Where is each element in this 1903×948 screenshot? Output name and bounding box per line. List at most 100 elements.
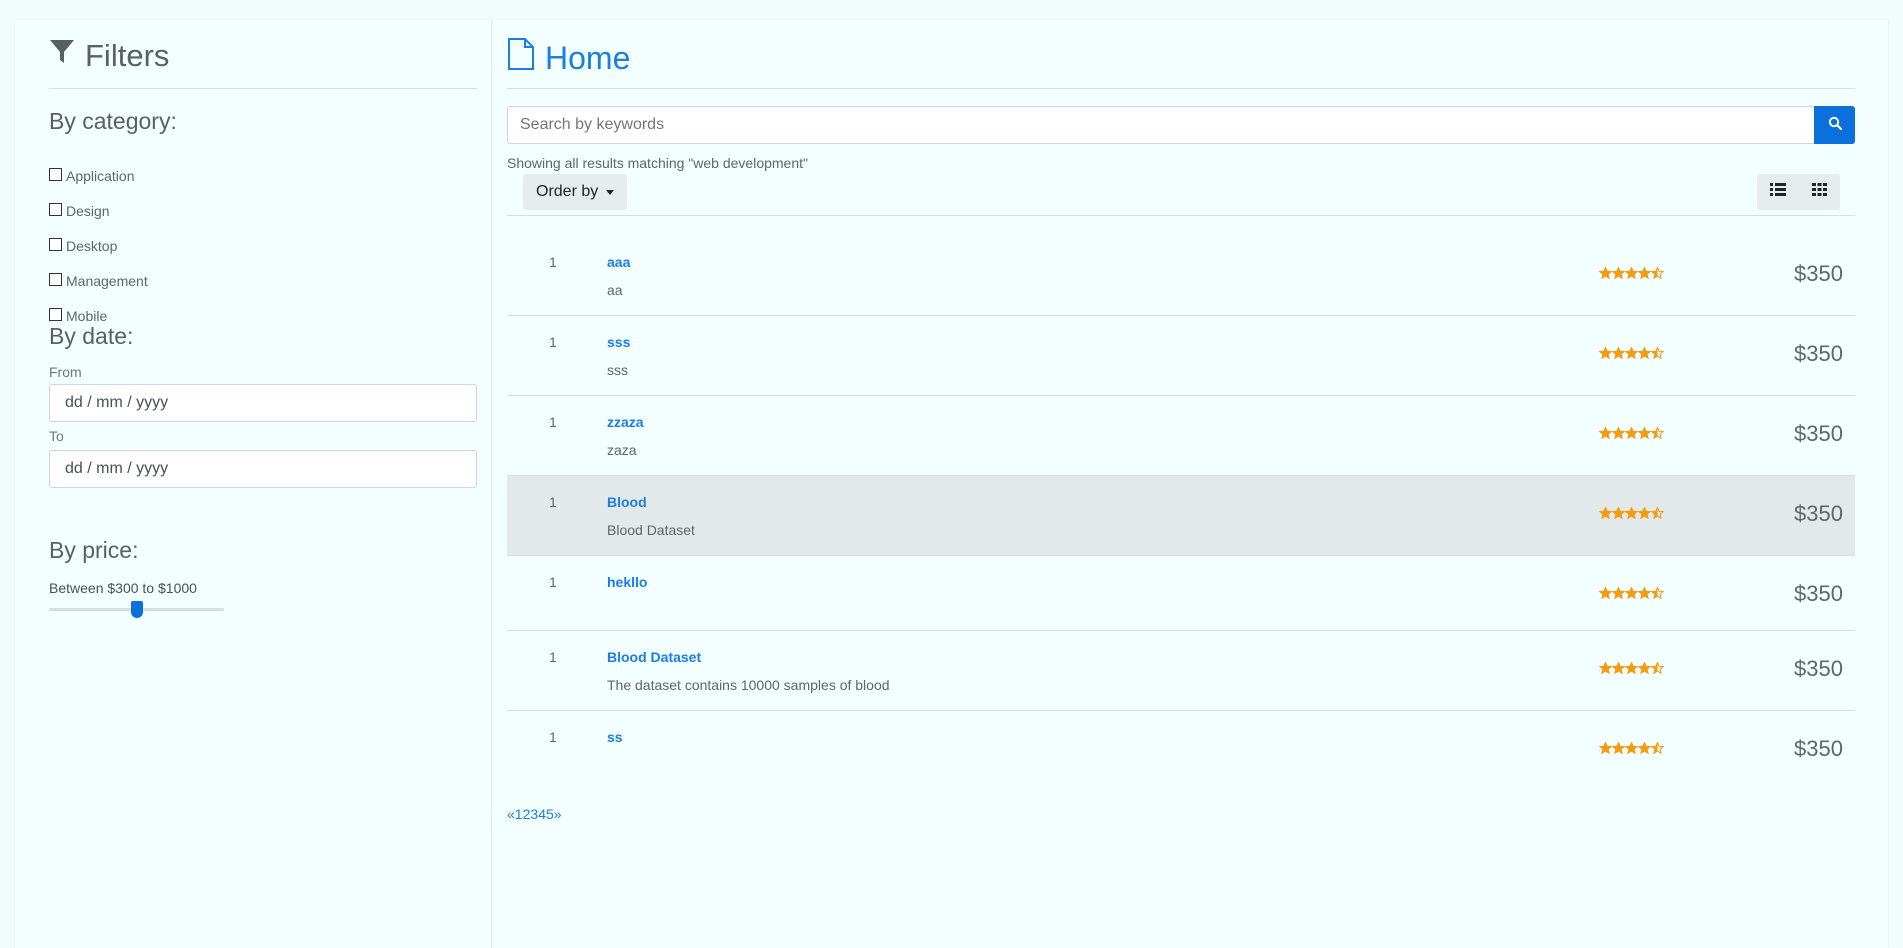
category-item-application[interactable]: Application — [49, 158, 148, 193]
checkbox[interactable] — [49, 308, 62, 321]
grid-view-button[interactable] — [1799, 174, 1841, 210]
star-icon — [1612, 347, 1625, 359]
search-bar — [507, 106, 1855, 144]
page-next-link[interactable]: » — [554, 806, 562, 822]
page: Filters By category: Application Design … — [15, 20, 1888, 948]
star-icon — [1612, 662, 1625, 674]
grid-icon — [1811, 183, 1827, 201]
date-heading: By date: — [49, 323, 134, 349]
item-number: 1 — [549, 729, 557, 745]
item-title-link[interactable]: Blood — [607, 494, 647, 510]
star-icon — [1638, 587, 1651, 599]
item-number: 1 — [549, 649, 557, 665]
date-to-input[interactable]: dd / mm / yyyy — [49, 450, 477, 488]
star-icon — [1651, 587, 1664, 599]
star-icon — [1612, 267, 1625, 279]
order-by-dropdown[interactable]: Order by — [523, 174, 628, 210]
star-icon — [1625, 347, 1638, 359]
star-icon — [1638, 507, 1651, 519]
item-title-link[interactable]: zzaza — [607, 414, 644, 430]
list-item[interactable]: 1 ss $350 — [507, 711, 1855, 783]
category-list: Application Design Desktop Management Mo… — [49, 158, 148, 333]
star-icon — [1651, 267, 1664, 279]
list-item[interactable]: 1 zzaza zaza $350 — [507, 396, 1855, 476]
star-icon — [1625, 662, 1638, 674]
search-icon — [1828, 116, 1842, 135]
checkbox[interactable] — [49, 168, 62, 181]
filter-icon — [49, 38, 75, 74]
divider — [507, 88, 1855, 89]
price-range-text: Between $300 to $1000 — [49, 580, 197, 596]
checkbox[interactable] — [49, 203, 62, 216]
star-icon — [1599, 587, 1612, 599]
price-slider-handle[interactable] — [130, 601, 143, 618]
checkbox[interactable] — [49, 238, 62, 251]
item-number: 1 — [549, 414, 557, 430]
page-link[interactable]: 2 — [523, 806, 531, 822]
to-label: To — [49, 428, 64, 444]
item-title-link[interactable]: Blood Dataset — [607, 649, 701, 665]
item-title-link[interactable]: sss — [607, 334, 630, 350]
star-icon — [1625, 267, 1638, 279]
item-description: Blood Dataset — [607, 522, 695, 538]
item-description: zaza — [607, 442, 637, 458]
main-content: Home Showing all results matching "web d… — [507, 20, 1855, 948]
star-icon — [1638, 427, 1651, 439]
list-item[interactable]: 1 hekllo $350 — [507, 556, 1855, 631]
list-item[interactable]: 1 sss sss $350 — [507, 316, 1855, 396]
rating-stars — [1599, 662, 1664, 674]
filters-sidebar: Filters By category: Application Design … — [15, 20, 492, 948]
page-link[interactable]: 5 — [546, 806, 554, 822]
page-link[interactable]: 3 — [530, 806, 538, 822]
item-title-link[interactable]: aaa — [607, 254, 630, 270]
item-number: 1 — [549, 574, 557, 590]
list-view-button[interactable] — [1757, 174, 1799, 210]
checkbox[interactable] — [49, 273, 62, 286]
star-icon — [1599, 267, 1612, 279]
star-icon — [1625, 742, 1638, 754]
category-item-desktop[interactable]: Desktop — [49, 228, 148, 263]
star-icon — [1612, 587, 1625, 599]
star-icon — [1625, 587, 1638, 599]
star-icon — [1599, 507, 1612, 519]
star-icon — [1638, 347, 1651, 359]
star-icon — [1599, 742, 1612, 754]
page-prev-link[interactable]: « — [507, 806, 515, 822]
item-number: 1 — [549, 494, 557, 510]
item-description: The dataset contains 10000 samples of bl… — [607, 677, 890, 693]
date-from-input[interactable]: dd / mm / yyyy — [49, 384, 477, 422]
category-heading: By category: — [49, 108, 177, 134]
star-icon — [1599, 347, 1612, 359]
results-toolbar: Order by — [507, 174, 1855, 216]
item-price: $350 — [1794, 736, 1843, 761]
star-icon — [1651, 507, 1664, 519]
item-title-link[interactable]: hekllo — [607, 574, 647, 590]
from-label: From — [49, 364, 82, 380]
rating-stars — [1599, 267, 1664, 279]
page-link[interactable]: 1 — [515, 806, 523, 822]
item-price: $350 — [1794, 656, 1843, 681]
star-icon — [1651, 662, 1664, 674]
file-icon — [507, 38, 535, 79]
page-link[interactable]: 4 — [538, 806, 546, 822]
star-icon — [1638, 662, 1651, 674]
category-item-design[interactable]: Design — [49, 193, 148, 228]
item-price: $350 — [1794, 341, 1843, 366]
divider — [49, 88, 477, 89]
rating-stars — [1599, 507, 1664, 519]
star-icon — [1651, 347, 1664, 359]
item-description: aa — [607, 282, 623, 298]
star-icon — [1612, 742, 1625, 754]
list-item[interactable]: 1 aaa aa $350 — [507, 236, 1855, 316]
list-item[interactable]: 1 Blood Dataset The dataset contains 100… — [507, 631, 1855, 711]
search-input[interactable] — [507, 106, 1814, 144]
star-icon — [1599, 662, 1612, 674]
search-button[interactable] — [1814, 106, 1855, 144]
star-icon — [1612, 507, 1625, 519]
star-icon — [1638, 267, 1651, 279]
list-icon — [1769, 183, 1786, 201]
list-item[interactable]: 1 Blood Blood Dataset $350 — [507, 476, 1855, 556]
category-item-management[interactable]: Management — [49, 263, 148, 298]
item-title-link[interactable]: ss — [607, 729, 623, 745]
pagination: « 1 2 3 4 5 » — [507, 806, 562, 822]
